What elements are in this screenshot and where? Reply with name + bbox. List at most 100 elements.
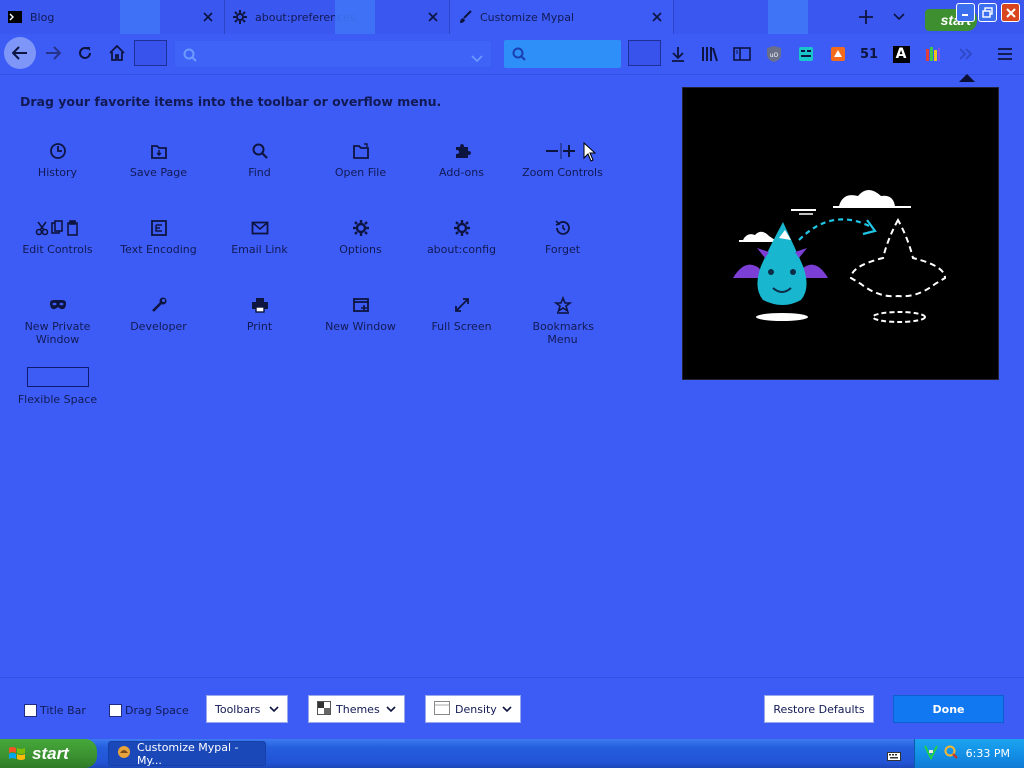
extension-orange-icon[interactable] bbox=[827, 43, 849, 65]
downloads-icon[interactable] bbox=[667, 43, 689, 65]
paintbrush-icon bbox=[458, 10, 472, 24]
checkbox-box[interactable] bbox=[109, 704, 122, 717]
clock-icon bbox=[7, 140, 108, 162]
system-tray: 6:33 PM bbox=[914, 739, 1024, 768]
taskbar-window-button[interactable]: Customize Mypal - My... bbox=[108, 741, 266, 767]
tab-blog[interactable]: Blog bbox=[0, 0, 225, 34]
encoding-icon bbox=[108, 217, 209, 239]
themes-dropdown[interactable]: Themes bbox=[308, 695, 405, 723]
palette-item-flexible-space[interactable]: Flexible Space bbox=[7, 367, 108, 406]
ublock-shield-icon[interactable]: uO bbox=[763, 43, 785, 65]
palette-item-label: Print bbox=[246, 320, 273, 333]
library-icon[interactable] bbox=[699, 43, 721, 65]
new-window-icon bbox=[310, 294, 411, 316]
wrench-icon bbox=[108, 294, 209, 316]
palette-item-text-encoding[interactable]: Text Encoding bbox=[108, 217, 209, 256]
close-icon[interactable] bbox=[423, 7, 443, 27]
palette-item-label: Developer bbox=[130, 320, 187, 333]
tab-title: Customize Mypal bbox=[480, 10, 575, 24]
done-button[interactable]: Done bbox=[893, 695, 1004, 723]
reload-button[interactable] bbox=[70, 38, 100, 68]
network-icon[interactable] bbox=[923, 744, 939, 763]
customize-footer: Title Bar Drag Space Toolbars Themes Den… bbox=[0, 677, 1024, 740]
palette-item-about-config[interactable]: about:config bbox=[411, 217, 512, 256]
search-icon bbox=[183, 47, 197, 66]
font-extension-icon[interactable]: A bbox=[890, 43, 912, 65]
palette-item-label: about:config bbox=[426, 243, 497, 256]
color-picker-icon[interactable] bbox=[922, 43, 944, 65]
chevron-down-icon bbox=[893, 13, 905, 21]
toolbar-slot-2[interactable] bbox=[628, 40, 661, 66]
density-dropdown[interactable]: Density bbox=[425, 695, 521, 723]
close-icon[interactable] bbox=[647, 7, 667, 27]
edit-icon bbox=[7, 217, 108, 239]
chevron-down-icon bbox=[502, 703, 512, 716]
palette-item-history[interactable]: History bbox=[7, 140, 108, 179]
palette-item-label: Options bbox=[339, 243, 382, 256]
customize-heading: Drag your favorite items into the toolba… bbox=[20, 94, 442, 109]
keyboard-icon[interactable] bbox=[887, 747, 901, 766]
search-bar[interactable] bbox=[504, 40, 621, 68]
palette-item-email-link[interactable]: Email Link bbox=[209, 217, 310, 256]
fullscreen-icon bbox=[411, 294, 512, 316]
palette-item-add-ons[interactable]: Add-ons bbox=[411, 140, 512, 179]
palette-item-label: Find bbox=[248, 166, 271, 179]
close-icon[interactable] bbox=[198, 7, 218, 27]
palette-item-new-private-window[interactable]: New Private Window bbox=[7, 294, 108, 346]
palette-item-full-screen[interactable]: Full Screen bbox=[411, 294, 512, 333]
toolbars-dropdown[interactable]: Toolbars bbox=[206, 695, 288, 723]
chevron-down-icon[interactable] bbox=[471, 48, 483, 67]
palette-item-developer[interactable]: Developer bbox=[108, 294, 209, 333]
overflow-chevron-icon[interactable] bbox=[955, 43, 977, 65]
new-tab-button[interactable] bbox=[855, 6, 877, 28]
minimize-button[interactable] bbox=[956, 3, 975, 22]
restore-defaults-button[interactable]: Restore Defaults bbox=[764, 695, 874, 723]
tab-preferences[interactable]: about:preferences bbox=[225, 0, 450, 34]
palette-item-label: History bbox=[37, 166, 78, 179]
restore-button[interactable] bbox=[978, 3, 997, 22]
back-button[interactable] bbox=[4, 37, 36, 69]
tabs-list-button[interactable] bbox=[888, 6, 910, 28]
chevron-down-icon bbox=[269, 703, 279, 716]
gear-icon bbox=[411, 217, 512, 239]
envelope-icon bbox=[209, 217, 310, 239]
palette-item-find[interactable]: Find bbox=[209, 140, 310, 179]
palette-item-save-page[interactable]: Save Page bbox=[108, 140, 209, 179]
flexible-space-box bbox=[26, 367, 89, 387]
search-icon bbox=[512, 46, 526, 65]
search-tray-icon[interactable] bbox=[943, 744, 959, 763]
minimize-icon bbox=[962, 14, 968, 16]
extension-teal-icon[interactable] bbox=[795, 43, 817, 65]
palette-item-print[interactable]: Print bbox=[209, 294, 310, 333]
mask-icon bbox=[7, 294, 108, 316]
palette-item-forget[interactable]: Forget bbox=[512, 217, 613, 256]
forward-button[interactable] bbox=[38, 38, 68, 68]
reload-icon bbox=[79, 47, 91, 59]
palette-item-label: Email Link bbox=[231, 243, 288, 256]
drag-space-checkbox[interactable]: Drag Space bbox=[109, 704, 189, 717]
window-close-button[interactable] bbox=[1001, 3, 1020, 22]
palette-item-options[interactable]: Options bbox=[310, 217, 411, 256]
theme-swatch-icon bbox=[317, 700, 331, 718]
palette-item-label: Edit Controls bbox=[22, 243, 93, 256]
palette-item-bookmarks-menu[interactable]: Bookmarks Menu bbox=[512, 294, 613, 346]
start-button[interactable]: start bbox=[0, 739, 97, 768]
tab-customize[interactable]: Customize Mypal bbox=[450, 0, 674, 34]
sidebar-icon[interactable] bbox=[731, 43, 753, 65]
palette-item-edit-controls[interactable]: Edit Controls bbox=[7, 217, 108, 256]
palette-item-zoom-controls[interactable]: Zoom Controls bbox=[512, 140, 613, 179]
toolbar-slot[interactable] bbox=[134, 40, 167, 66]
title-bar-checkbox[interactable]: Title Bar bbox=[24, 704, 86, 717]
checkbox-box[interactable] bbox=[24, 704, 37, 717]
counter-badge[interactable]: 51 bbox=[858, 43, 880, 65]
url-bar[interactable] bbox=[174, 40, 492, 68]
overflow-panel-illustration bbox=[682, 87, 999, 380]
hamburger-menu-icon[interactable] bbox=[994, 43, 1016, 65]
home-button[interactable] bbox=[102, 38, 132, 68]
folder-icon bbox=[310, 140, 411, 162]
magnifier-icon bbox=[209, 140, 310, 162]
palette-item-open-file[interactable]: Open File bbox=[310, 140, 411, 179]
palette-item-new-window[interactable]: New Window bbox=[310, 294, 411, 333]
palette-item-label: Open File bbox=[334, 166, 387, 179]
windows-taskbar: start Customize Mypal - My... 6:33 PM bbox=[0, 739, 1024, 768]
